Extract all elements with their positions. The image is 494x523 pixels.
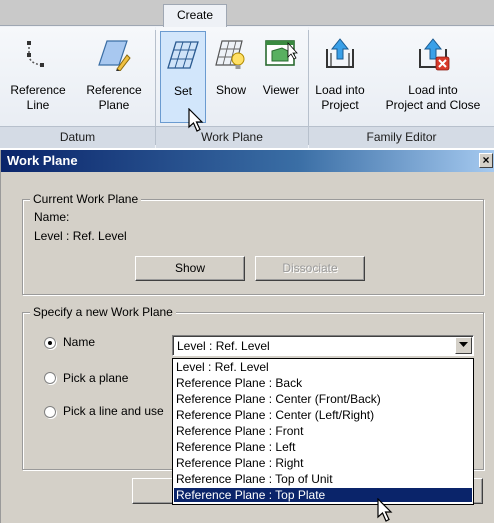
reference-line-button[interactable]: Reference Line: [1, 31, 75, 123]
reference-plane-icon: [98, 40, 131, 71]
panel-work-plane: Set Show Viewer Work Plane: [156, 27, 308, 148]
ref-plane-label-2: Plane: [98, 98, 130, 112]
viewer-label: Viewer: [262, 83, 300, 97]
dropdown-option[interactable]: Level : Ref. Level: [174, 360, 472, 374]
dialog-title: Work Plane: [7, 153, 78, 168]
load-close-label-1: Load into: [408, 83, 458, 97]
load-into-project-button[interactable]: Load into Project: [310, 31, 370, 123]
dropdown-option[interactable]: Reference Plane : Top of Unit: [174, 472, 472, 486]
set-label: Set: [173, 84, 192, 98]
dialog-titlebar[interactable]: Work Plane ×: [1, 150, 494, 172]
name-combobox[interactable]: Level : Ref. Level: [172, 335, 474, 356]
load-label-2: Project: [321, 98, 359, 112]
specify-work-plane-legend: Specify a new Work Plane: [30, 305, 176, 319]
dropdown-option[interactable]: Reference Plane : Center (Left/Right): [174, 408, 472, 422]
dropdown-option[interactable]: Reference Plane : Back: [174, 376, 472, 390]
radio-pick-line-label[interactable]: Pick a line and use: [63, 404, 164, 418]
dropdown-option[interactable]: Reference Plane : Left: [174, 440, 472, 454]
close-button[interactable]: ×: [479, 153, 493, 168]
show-work-plane-icon: [215, 40, 245, 69]
show-label: Show: [215, 83, 247, 97]
reference-line-icon: [27, 41, 44, 67]
mouse-cursor-icon: [188, 108, 204, 132]
radio-pick-line[interactable]: [44, 406, 56, 418]
load-into-project-icon: [326, 38, 354, 68]
combo-value: Level : Ref. Level: [177, 339, 270, 353]
radio-name-label[interactable]: Name: [63, 335, 95, 349]
radio-pick-plane-label[interactable]: Pick a plane: [63, 371, 128, 385]
radio-name[interactable]: [44, 337, 56, 349]
combo-dropdown-button[interactable]: [455, 337, 472, 354]
dropdown-option-selected[interactable]: Reference Plane : Top Plate: [174, 488, 472, 502]
current-work-plane-legend: Current Work Plane: [30, 192, 142, 206]
dropdown-option[interactable]: Reference Plane : Front: [174, 424, 472, 438]
show-button[interactable]: Show: [135, 256, 245, 281]
current-work-plane-group: Current Work Plane Name: Level : Ref. Le…: [22, 192, 484, 295]
show-work-plane-button[interactable]: Show: [208, 31, 254, 123]
name-dropdown-list: Level : Ref. Level Reference Plane : Bac…: [172, 358, 474, 505]
panel-title-family-editor: Family Editor: [309, 126, 494, 148]
ref-line-label-1: Reference: [10, 83, 66, 97]
mouse-cursor-icon: [377, 498, 393, 522]
ref-line-label-2: Line: [26, 98, 50, 112]
dissociate-button: Dissociate: [255, 256, 365, 281]
load-and-close-icon: [419, 38, 450, 71]
work-plane-grid-icon: [167, 41, 199, 69]
panel-title-work-plane: Work Plane: [156, 126, 308, 148]
panel-datum: Reference Line Reference Plane Datum: [0, 27, 155, 148]
load-label-1: Load into: [315, 83, 365, 97]
ribbon: Create Reference Line Reference Plane Datu…: [0, 0, 494, 148]
viewer-icon: [265, 40, 298, 66]
radio-pick-plane[interactable]: [44, 372, 56, 384]
load-close-label-2: Project and Close: [385, 98, 481, 112]
reference-plane-button[interactable]: Reference Plane: [76, 31, 152, 123]
work-plane-dialog: Work Plane × Current Work Plane Name: Le…: [0, 150, 494, 523]
panel-title-datum: Datum: [0, 126, 155, 148]
chevron-down-icon: [459, 342, 468, 347]
panel-family-editor: Load into Project Load into Project and Cl…: [309, 27, 494, 148]
current-name-label: Name:: [34, 210, 70, 224]
viewer-button[interactable]: Viewer: [256, 31, 306, 123]
load-into-project-and-close-button[interactable]: Load into Project and Close: [373, 31, 493, 123]
close-icon: ×: [482, 153, 490, 167]
dropdown-option[interactable]: Reference Plane : Right: [174, 456, 472, 470]
current-name-value: Level : Ref. Level: [34, 229, 127, 243]
ribbon-tabstrip: Create: [0, 0, 494, 27]
ref-plane-label-1: Reference: [86, 83, 142, 97]
tab-create[interactable]: Create: [163, 4, 227, 27]
dropdown-option[interactable]: Reference Plane : Center (Front/Back): [174, 392, 472, 406]
